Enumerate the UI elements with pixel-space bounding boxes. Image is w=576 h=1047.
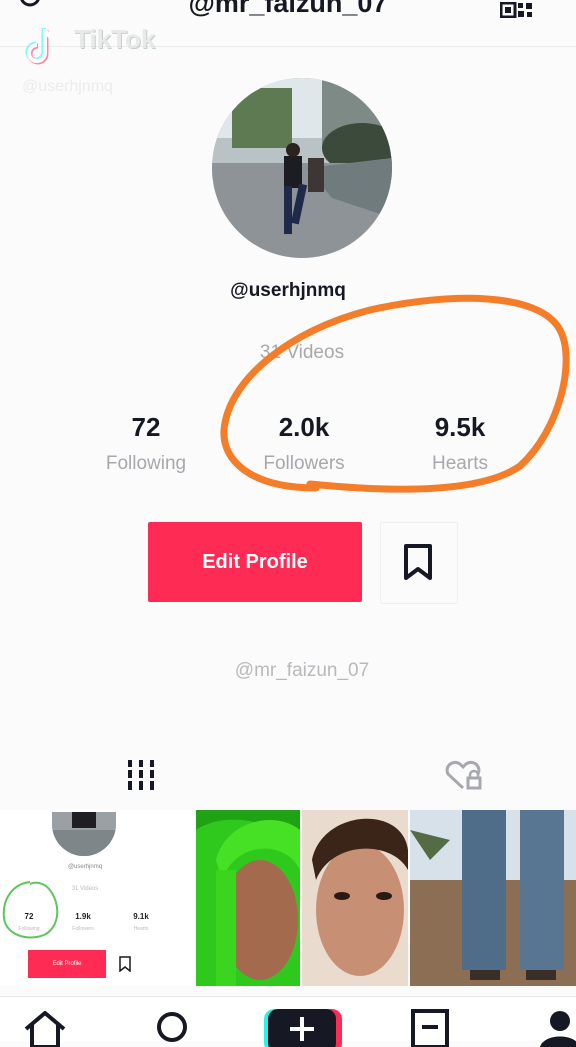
header-title: @mr_faizun_07 [188, 0, 388, 18]
profile-bio: @mr_faizun_07 [234, 660, 370, 681]
thumbnail-2-image [302, 810, 408, 986]
hearts-stat[interactable]: 9.5k Hearts [370, 412, 550, 475]
favorites-button[interactable] [380, 522, 458, 604]
home-icon[interactable] [20, 1007, 70, 1047]
mini-followers-count: 1.9k [75, 912, 91, 921]
mini-followers-label: Followers [72, 926, 94, 932]
following-stat[interactable]: 72 Following [56, 412, 236, 475]
thumbnail-3-image [410, 810, 576, 986]
mini-edit-profile-button: Edit Profile [28, 950, 106, 978]
liked-lock-icon[interactable] [440, 756, 486, 796]
edit-profile-button[interactable]: Edit Profile [148, 522, 362, 602]
video-thumbnail-3[interactable] [410, 810, 576, 986]
grid-icon[interactable] [118, 756, 164, 796]
mini-bookmark-icon [119, 956, 131, 972]
mini-avatar-photo [52, 812, 116, 856]
search-icon[interactable] [148, 1007, 198, 1047]
video-count: 31 Videos [259, 342, 345, 363]
mini-hearts-label: Hearts [133, 926, 149, 932]
video-thumbnail-1[interactable] [196, 810, 300, 986]
bottom-navigation [0, 996, 576, 1047]
following-count: 72 [131, 412, 161, 442]
followers-label: Followers [263, 453, 345, 474]
watermark-handle: @userhjnmq [22, 78, 113, 95]
mini-username: @userhjnmq [67, 864, 103, 870]
tiktok-logo-icon [25, 28, 56, 65]
hearts-label: Hearts [432, 453, 488, 474]
following-label: Following [105, 453, 187, 474]
mini-following-count: 72 [24, 912, 34, 921]
video-thumbnail-profile-screenshot[interactable]: @userhjnmq 31 Videos 72 Following 1.9k F… [0, 810, 194, 986]
profile-icon[interactable] [534, 1007, 576, 1047]
mini-hearts-count: 9.1k [133, 912, 149, 921]
video-thumbnail-2[interactable] [302, 810, 408, 986]
watermark-text: TikTok [74, 24, 156, 54]
tiktok-watermark: TikTok @userhjnmq [22, 24, 182, 104]
bookmark-icon [404, 544, 432, 580]
followers-stat[interactable]: 2.0k Followers [214, 412, 394, 475]
mini-video-count: 31 Videos [71, 886, 99, 892]
qr-code-icon[interactable] [500, 2, 534, 18]
avatar-photo [212, 78, 392, 258]
profile-avatar[interactable] [212, 78, 392, 258]
inbox-icon[interactable] [406, 1007, 456, 1047]
mini-following-label: Following [18, 926, 40, 932]
thumbnail-1-image [196, 810, 300, 986]
hearts-count: 9.5k [434, 412, 486, 442]
followers-count: 2.0k [278, 412, 330, 442]
mini-avatar [52, 812, 116, 856]
profile-username: @userhjnmq [230, 280, 346, 301]
plus-icon[interactable] [262, 1007, 342, 1047]
